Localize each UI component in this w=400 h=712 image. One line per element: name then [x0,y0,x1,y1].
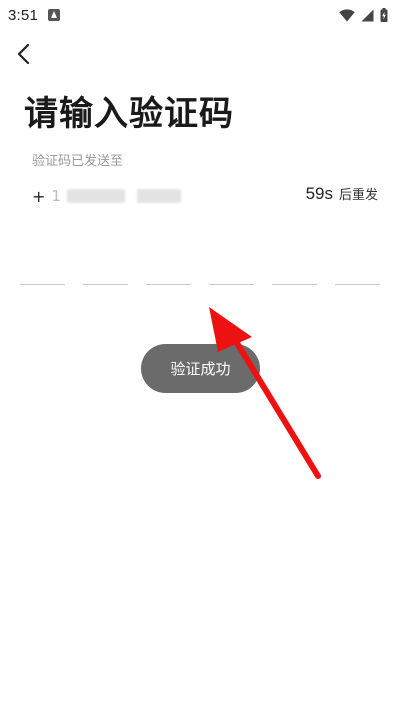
status-left: 3:51 [0,7,60,24]
code-digit-3[interactable] [146,260,191,285]
phone-blur-block [136,189,181,203]
phone-country-prefix: + [32,186,46,206]
phone-number-masked: 1 [51,187,181,205]
code-digit-2[interactable] [83,260,128,285]
phone-row: + 1 59s 后重发 [32,184,382,208]
verification-screen: 3:51 请输入验证码 验证码已发送至 + 1 59s 后重发 验证成功 [0,0,400,712]
signal-icon [361,9,374,21]
success-toast: 验证成功 [141,344,260,393]
app-notification-icon [48,9,60,21]
battery-charging-icon [380,8,388,22]
code-digit-4[interactable] [209,260,254,285]
toast-message: 验证成功 [170,360,231,378]
wifi-icon [339,8,355,21]
code-input-group [20,260,380,286]
resend-area[interactable]: 59s 后重发 [306,184,378,204]
chevron-left-icon [17,43,30,65]
status-bar: 3:51 [0,0,400,30]
code-digit-5[interactable] [272,260,317,285]
phone-blur-block [66,189,125,203]
page-title: 请输入验证码 [24,94,234,134]
status-time: 3:51 [8,6,38,24]
phone-first-digit: 1 [51,187,61,205]
countdown-timer: 59s [305,184,333,203]
code-digit-6[interactable] [335,260,380,285]
code-digit-1[interactable] [20,260,65,285]
status-right [339,8,400,22]
sent-hint: 验证码已发送至 [32,154,124,169]
back-button[interactable] [8,38,40,70]
resend-label: 后重发 [338,188,378,203]
